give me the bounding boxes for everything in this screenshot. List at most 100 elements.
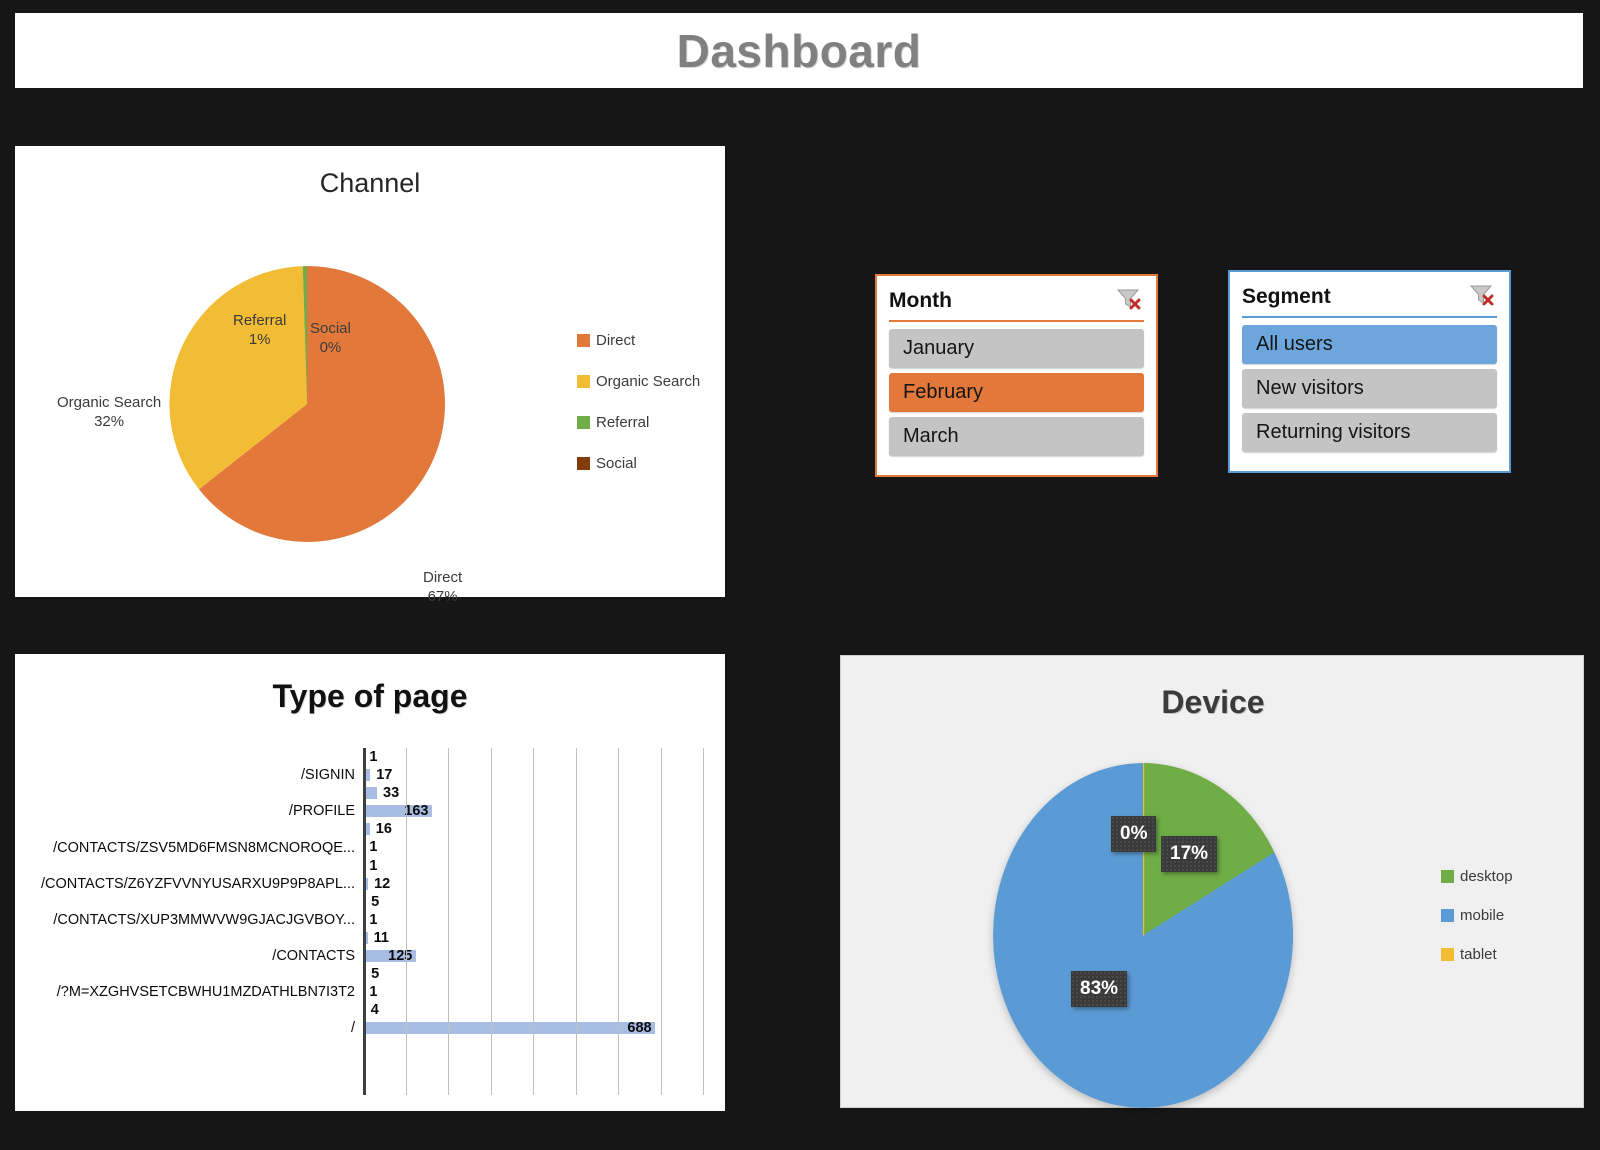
legend-swatch-icon [1441,909,1454,922]
channel-pie-svg[interactable] [169,266,445,542]
bar-chart-value-axis [363,748,366,1095]
channel-legend: Direct Organic Search Referral Social [577,332,727,496]
slicer-item-label: February [903,381,984,403]
bar-chart-row: /CONTACTS/XUP3MMWVW9GJACJGVBOY... 1 [33,911,709,929]
legend-item-mobile[interactable]: mobile [1441,907,1581,924]
legend-item-desktop[interactable]: desktop [1441,868,1581,885]
channel-label-social-value: 0% [319,338,342,356]
legend-swatch-icon [1441,948,1454,961]
bar-chart-row: 11 [33,929,709,947]
bar-chart-row: /PROFILE 163 [33,802,709,820]
title-bar: Dashboard [15,13,1583,88]
bar-category-label: /?M=XZGHVSETCBWHU1MZDATHLBN7I3T2 [56,984,355,1001]
slicer-item-label: Returning visitors [1256,421,1411,443]
legend-swatch-icon [577,457,590,470]
device-chart-panel: Device 0% 17% 83% desktop mobile tablet [840,655,1584,1108]
channel-label-social: Social 0% [310,320,351,358]
channel-label-referral-value: 1% [248,330,271,348]
device-label-desktop: 17% [1161,836,1218,872]
slicer-item-new-visitors[interactable]: New visitors [1242,369,1497,408]
channel-label-organic-search-name: Organic Search [57,394,162,411]
legend-item-organic-search[interactable]: Organic Search [577,373,727,390]
device-pie-svg[interactable] [993,763,1293,1108]
channel-chart-panel: Channel Referral 1% Social 0% Organic Se… [15,146,727,605]
segment-slicer-divider [1242,316,1497,318]
bar-chart-row: 4 [33,1001,709,1019]
legend-item-social[interactable]: Social [577,455,727,472]
bar-chart-row: / 688 [33,1019,709,1037]
legend-item-label: tablet [1460,946,1497,963]
legend-swatch-icon [577,375,590,388]
channel-label-direct: Direct 67% [423,569,462,607]
legend-item-tablet[interactable]: tablet [1441,946,1581,963]
legend-item-label: Social [596,455,637,472]
channel-label-organic-search: Organic Search 32% [57,394,161,432]
bar-category-label: /PROFILE [288,803,355,820]
slicer-item-label: New visitors [1256,377,1364,399]
slicer-item-label: January [903,337,975,359]
bar-gridline [490,748,492,1095]
bar-chart-row: 5 [33,965,709,983]
channel-label-referral-name: Referral [233,312,287,329]
bar-category-label: /SIGNIN [301,767,355,784]
bar-value-label: 1 [369,857,378,874]
bar-chart-row: 33 [33,784,709,802]
legend-item-label: mobile [1460,907,1505,924]
device-legend: desktop mobile tablet [1441,868,1581,985]
legend-swatch-icon [577,416,590,429]
bar-value-label: 12 [374,875,391,892]
bar-chart-row: 16 [33,820,709,838]
legend-item-label: Referral [596,414,650,431]
slicer-item-label: March [903,425,959,447]
bar-category-label: /CONTACTS/ZSV5MD6FMSN8MCNOROQE... [53,839,355,856]
month-slicer-divider [889,320,1144,322]
bar-value-label: 688 [627,1020,652,1037]
type-of-page-chart-panel: Type of page 1/SIGNIN 17 33/PROFILE 163 16/C… [15,654,725,1111]
slicer-item-returning-visitors[interactable]: Returning visitors [1242,413,1497,452]
legend-item-direct[interactable]: Direct [577,332,727,349]
bar-chart-row: /CONTACTS/ZSV5MD6FMSN8MCNOROQE... 1 [33,838,709,856]
slicer-item-january[interactable]: January [889,329,1144,368]
legend-item-referral[interactable]: Referral [577,414,727,431]
bar-chart-row: /SIGNIN 17 [33,766,709,784]
slicer-item-february[interactable]: February [889,373,1144,412]
channel-label-organic-search-value: 32% [94,412,125,430]
bar-gridline [703,748,704,1095]
bar-chart-row: /CONTACTS/Z6YZFVVNYUSARXU9P9P8APL... 12 [33,875,709,893]
bar-chart-row: /?M=XZGHVSETCBWHU1MZDATHLBN7I3T2 1 [33,983,709,1001]
bar-value-label: 125 [388,948,413,965]
channel-label-social-name: Social [310,320,351,337]
bar-chart-row: 5 [33,893,709,911]
bar-value-label: 16 [375,821,392,838]
device-chart-title: Device [1161,684,1265,720]
segment-slicer: Segment All users New visitors Returning… [1228,270,1511,473]
segment-slicer-title: Segment [1242,285,1331,308]
bar-value-label: 163 [404,803,429,820]
legend-swatch-icon [1441,870,1454,883]
month-slicer-title: Month [889,289,952,312]
funnel-clear-icon[interactable] [1469,283,1495,312]
bar-value-label: 1 [369,839,378,856]
channel-label-direct-name: Direct [423,569,463,586]
bar-value-label: 11 [373,929,390,946]
month-slicer: Month January February March [875,274,1158,477]
slicer-item-all-users[interactable]: All users [1242,325,1497,364]
bar-value-label: 4 [370,1002,379,1019]
bar-chart-row: 1 [33,748,709,766]
channel-pie-plot: Referral 1% Social 0% Organic Search 32%… [57,254,462,605]
slicer-item-label: All users [1256,333,1333,355]
slicer-item-march[interactable]: March [889,417,1144,456]
legend-swatch-icon [577,334,590,347]
bar-category-label: /CONTACTS/XUP3MMWVW9GJACJGVBOY... [53,911,355,928]
legend-item-label: desktop [1460,868,1513,885]
bar-chart-row: /CONTACTS 125 [33,947,709,965]
funnel-clear-icon[interactable] [1116,287,1142,316]
bar-fill[interactable] [363,1022,656,1035]
legend-item-label: Direct [596,332,636,349]
channel-chart-title: Channel [319,168,421,198]
channel-label-direct-value: 67% [427,587,458,605]
bar-gridline [405,748,407,1095]
legend-item-label: Organic Search [596,373,701,390]
bar-value-label: 17 [376,767,393,784]
segment-slicer-header: Segment [1240,280,1499,314]
